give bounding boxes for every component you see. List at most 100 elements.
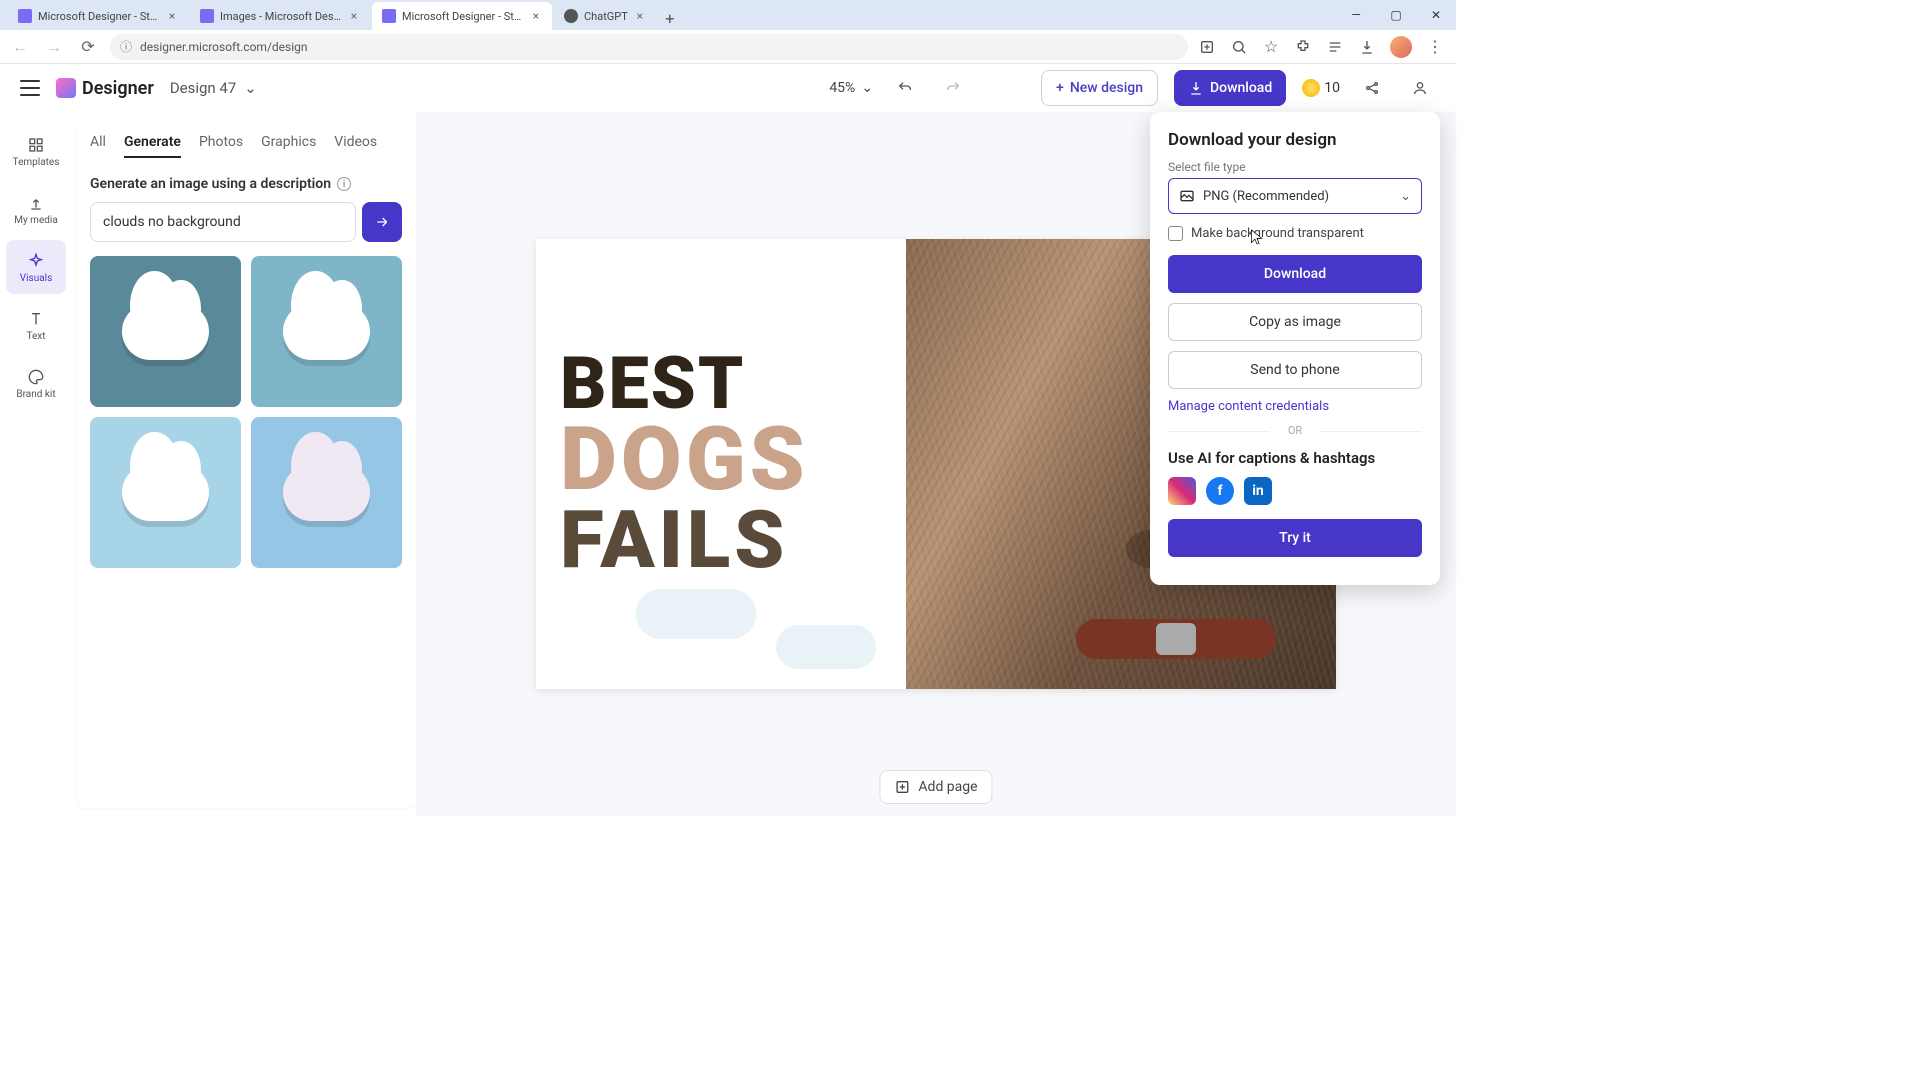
workspace: Templates My media Visuals Text Brand ki… [0, 112, 1456, 816]
window-controls: — ▢ ✕ [1336, 0, 1456, 30]
send-label: Send to phone [1250, 362, 1339, 378]
browser-tab[interactable]: Images - Microsoft Designer × [190, 2, 370, 30]
rail-brand-kit[interactable]: Brand kit [6, 356, 66, 410]
back-button[interactable]: ← [8, 35, 32, 59]
headline-line-3: FAILS [560, 502, 906, 578]
extensions-icon[interactable] [1294, 38, 1312, 56]
cloud-icon [283, 303, 371, 360]
tab-photos[interactable]: Photos [199, 134, 243, 158]
bookmark-icon[interactable]: ☆ [1262, 38, 1280, 56]
canvas-area[interactable]: BEST DOGS FAILS Add page Download your d… [416, 112, 1456, 816]
social-icons-row: f in [1168, 477, 1422, 505]
rail-text[interactable]: Text [6, 298, 66, 352]
document-title-dropdown[interactable]: Design 47 ⌄ [170, 79, 257, 97]
sparkle-icon [26, 251, 46, 271]
facebook-icon[interactable]: f [1206, 477, 1234, 505]
templates-icon [26, 135, 46, 155]
app-logo[interactable]: Designer [56, 78, 154, 99]
redo-button[interactable] [937, 72, 969, 104]
download-label: Download [1210, 80, 1272, 96]
rail-my-media[interactable]: My media [6, 182, 66, 236]
plus-icon: + [1056, 80, 1064, 96]
cursor-icon [1250, 228, 1264, 246]
minimize-button[interactable]: — [1336, 0, 1376, 30]
credits-count: 10 [1324, 80, 1340, 96]
result-thumbnail[interactable] [90, 256, 241, 407]
zoom-value: 45% [829, 80, 855, 96]
undo-button[interactable] [889, 72, 921, 104]
prompt-input[interactable]: clouds no background [90, 202, 356, 242]
close-window-button[interactable]: ✕ [1416, 0, 1456, 30]
cloud-icon [122, 303, 210, 360]
rail-label: Templates [13, 157, 60, 168]
kebab-menu-icon[interactable]: ⋮ [1426, 38, 1444, 56]
hamburger-menu-button[interactable] [20, 80, 40, 96]
chevron-down-icon: ⌄ [861, 80, 873, 96]
close-icon[interactable]: × [166, 10, 178, 22]
favicon-designer-icon [18, 9, 32, 23]
browser-tab[interactable]: Microsoft Designer - Stunning × [8, 2, 188, 30]
checkbox-icon [1168, 226, 1183, 241]
site-info-icon[interactable]: ⓘ [120, 38, 132, 55]
send-to-phone-button[interactable]: Send to phone [1168, 351, 1422, 389]
file-type-label: Select file type [1168, 160, 1422, 174]
share-button[interactable] [1356, 72, 1388, 104]
close-icon[interactable]: × [530, 10, 542, 22]
copy-as-image-button[interactable]: Copy as image [1168, 303, 1422, 341]
browser-toolbar: ← → ⟳ ⓘ designer.microsoft.com/design ☆ … [0, 30, 1456, 64]
transparent-label: Make background transparent [1191, 226, 1364, 241]
address-bar[interactable]: ⓘ designer.microsoft.com/design [110, 34, 1188, 60]
placed-cloud-element[interactable] [776, 625, 876, 669]
tab-title: Images - Microsoft Designer [220, 10, 342, 23]
close-icon[interactable]: × [348, 10, 360, 22]
reading-list-icon[interactable] [1326, 38, 1344, 56]
maximize-button[interactable]: ▢ [1376, 0, 1416, 30]
info-icon[interactable]: i [337, 177, 351, 191]
forward-button[interactable]: → [42, 35, 66, 59]
profile-avatar[interactable] [1390, 36, 1412, 58]
rail-label: My media [14, 215, 58, 226]
tab-generate[interactable]: Generate [124, 134, 181, 158]
instagram-icon[interactable] [1168, 477, 1196, 505]
result-thumbnail[interactable] [251, 256, 402, 407]
tab-graphics[interactable]: Graphics [261, 134, 316, 158]
browser-tab-active[interactable]: Microsoft Designer - Stunning × [372, 2, 552, 30]
new-tab-button[interactable]: + [658, 6, 682, 30]
reload-button[interactable]: ⟳ [76, 35, 100, 59]
popover-title: Download your design [1168, 130, 1422, 150]
browser-tab[interactable]: ChatGPT × [554, 2, 656, 30]
ai-captions-heading: Use AI for captions & hashtags [1168, 449, 1422, 467]
linkedin-icon[interactable]: in [1244, 477, 1272, 505]
text-icon [26, 309, 46, 329]
try-it-button[interactable]: Try it [1168, 519, 1422, 557]
cloud-icon [283, 464, 371, 521]
result-thumbnail[interactable] [251, 417, 402, 568]
add-page-button[interactable]: Add page [879, 770, 992, 804]
manage-credentials-link[interactable]: Manage content credentials [1168, 399, 1422, 414]
credits-display[interactable]: 10 [1302, 79, 1340, 97]
rail-templates[interactable]: Templates [6, 124, 66, 178]
new-design-button[interactable]: + New design [1041, 70, 1158, 106]
try-it-label: Try it [1279, 530, 1311, 546]
account-button[interactable] [1404, 72, 1436, 104]
transparent-bg-checkbox[interactable]: Make background transparent [1168, 226, 1422, 241]
close-icon[interactable]: × [634, 10, 646, 22]
file-type-select[interactable]: PNG (Recommended) ⌄ [1168, 178, 1422, 214]
placed-cloud-element[interactable] [636, 589, 756, 639]
rail-visuals[interactable]: Visuals [6, 240, 66, 294]
zoom-icon[interactable] [1230, 38, 1248, 56]
app-header: Designer Design 47 ⌄ 45% ⌄ + New design … [0, 64, 1456, 112]
install-app-icon[interactable] [1198, 38, 1216, 56]
download-button[interactable]: Download [1174, 70, 1286, 106]
collar-buckle [1156, 623, 1196, 655]
tab-all[interactable]: All [90, 134, 106, 158]
zoom-control[interactable]: 45% ⌄ [829, 80, 873, 96]
popover-download-button[interactable]: Download [1168, 255, 1422, 293]
tab-videos[interactable]: Videos [334, 134, 377, 158]
downloads-icon[interactable] [1358, 38, 1376, 56]
copy-label: Copy as image [1249, 314, 1341, 330]
generate-submit-button[interactable] [362, 202, 402, 242]
result-thumbnail[interactable] [90, 417, 241, 568]
upload-icon [26, 193, 46, 213]
favicon-chatgpt-icon [564, 9, 578, 23]
